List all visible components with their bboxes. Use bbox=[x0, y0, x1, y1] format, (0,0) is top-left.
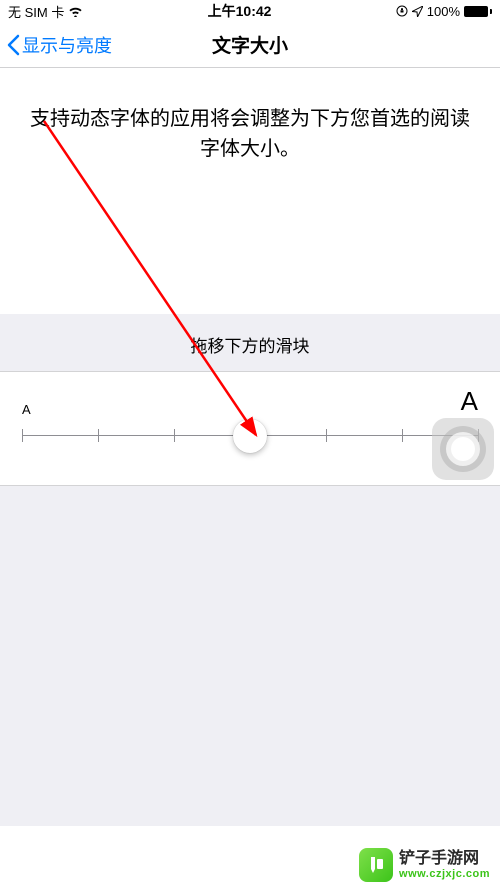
slider-max-label: A bbox=[461, 386, 478, 417]
nav-bar: 显示与亮度 文字大小 bbox=[0, 22, 500, 68]
status-time: 上午10:42 bbox=[208, 1, 272, 21]
content: 支持动态字体的应用将会调整为下方您首选的阅读字体大小。 拖移下方的滑块 A A bbox=[0, 68, 500, 826]
battery-percent: 100% bbox=[427, 4, 460, 19]
text-size-slider-block: A A bbox=[0, 371, 500, 486]
text-size-slider[interactable] bbox=[22, 421, 478, 451]
watermark-url: www.czjxjc.com bbox=[399, 868, 490, 880]
battery-icon bbox=[464, 6, 492, 17]
wifi-icon bbox=[68, 6, 83, 17]
back-label: 显示与亮度 bbox=[22, 32, 112, 58]
slider-tick bbox=[98, 429, 99, 442]
assistive-touch-button[interactable] bbox=[432, 418, 494, 480]
watermark: 铲子手游网 www.czjxjc.com bbox=[359, 848, 490, 882]
description-block: 支持动态字体的应用将会调整为下方您首选的阅读字体大小。 bbox=[0, 68, 500, 314]
status-right: 100% bbox=[396, 4, 492, 19]
slider-thumb[interactable] bbox=[233, 419, 267, 453]
empty-area bbox=[0, 486, 500, 826]
status-bar: 无 SIM 卡 上午10:42 100% bbox=[0, 0, 500, 22]
page-title: 文字大小 bbox=[212, 31, 288, 58]
slider-tick bbox=[402, 429, 403, 442]
watermark-name: 铲子手游网 bbox=[399, 850, 490, 868]
location-icon bbox=[412, 6, 423, 17]
slider-tick bbox=[22, 429, 23, 442]
status-left: 无 SIM 卡 bbox=[8, 2, 83, 21]
slider-labels: A A bbox=[22, 386, 478, 417]
slider-min-label: A bbox=[22, 402, 31, 417]
carrier-label: 无 SIM 卡 bbox=[8, 2, 64, 21]
slider-tick bbox=[174, 429, 175, 442]
orientation-lock-icon bbox=[396, 5, 408, 17]
slider-tick bbox=[326, 429, 327, 442]
description-text: 支持动态字体的应用将会调整为下方您首选的阅读字体大小。 bbox=[26, 104, 474, 164]
watermark-logo-icon bbox=[359, 848, 393, 882]
back-button[interactable]: 显示与亮度 bbox=[0, 32, 112, 58]
drag-instruction: 拖移下方的滑块 bbox=[0, 314, 500, 371]
chevron-left-icon bbox=[6, 34, 20, 56]
